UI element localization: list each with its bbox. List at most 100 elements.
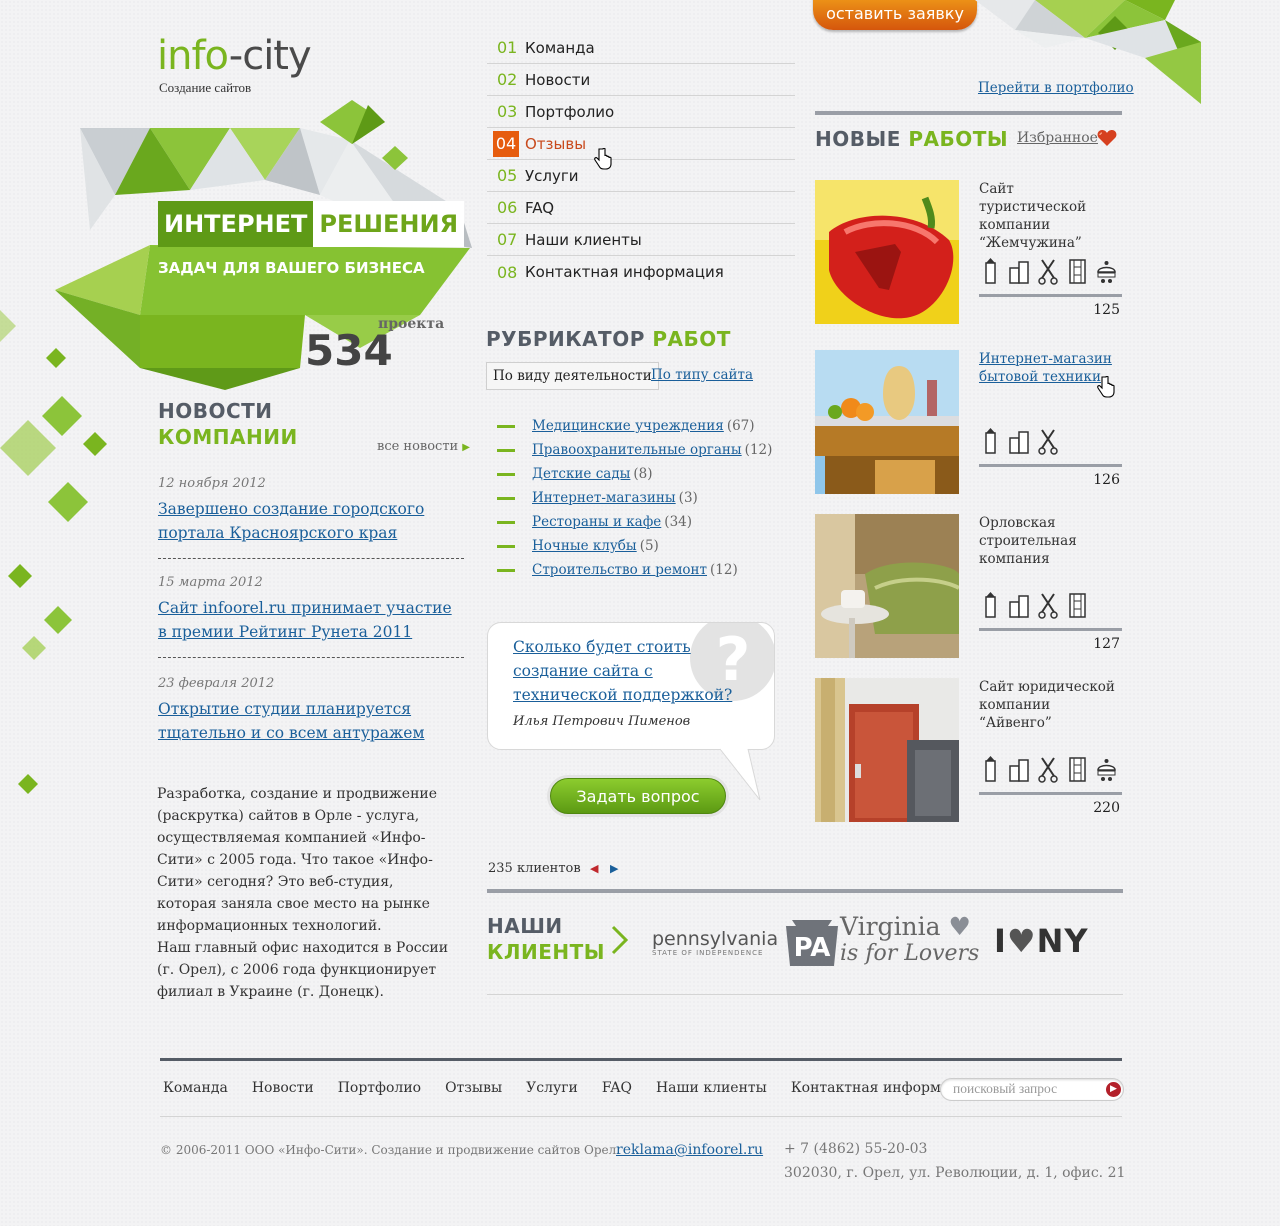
- pa-wordmark: pennsylvania: [652, 928, 779, 950]
- menu-item-news[interactable]: 02 Новости: [487, 64, 795, 96]
- work-bar: [979, 628, 1122, 631]
- rubricator-link[interactable]: Детские сады: [532, 466, 630, 482]
- works-divider: [815, 111, 1122, 115]
- menu-item-number: 01: [497, 38, 518, 57]
- phone: + 7 (4862) 55-20-03: [784, 1141, 928, 1157]
- rubricator-item: Детские сады (8): [497, 462, 797, 486]
- rubricator-link[interactable]: Правоохранительные органы: [532, 442, 742, 458]
- heart-icon[interactable]: [1097, 129, 1117, 147]
- news-heading: НОВОСТИ КОМПАНИИ: [158, 398, 298, 450]
- work-thumbnail-pepper[interactable]: [815, 180, 959, 324]
- footer-link-clients[interactable]: Наши клиенты: [656, 1080, 767, 1096]
- menu-item-label: FAQ: [525, 198, 555, 217]
- menu-item-team[interactable]: 01 Команда: [487, 32, 795, 64]
- rubricator-link[interactable]: Ночные клубы: [532, 538, 637, 554]
- next-arrow-icon[interactable]: ▶: [610, 862, 618, 875]
- hero-subtitle: ЗАДАЧ ДЛЯ ВАШЕГО БИЗНЕСА: [158, 259, 425, 277]
- copyright: © 2006-2011 ООО «Инфо-Сити». Создание и …: [160, 1143, 621, 1157]
- menu-item-number: 07: [497, 230, 518, 249]
- scissors-icon: [1037, 592, 1060, 619]
- menu-item-label: Новости: [525, 70, 591, 89]
- chevron-right-icon: [611, 925, 629, 955]
- news-heading-line-2: КОМПАНИИ: [158, 425, 298, 449]
- favorites-link[interactable]: Избранное: [1017, 130, 1098, 146]
- rubricator-link[interactable]: Строительство и ремонт: [532, 562, 707, 578]
- footer-link-services[interactable]: Услуги: [526, 1080, 578, 1096]
- pa-badge-text: PA: [794, 933, 831, 963]
- film-icon: [1066, 756, 1089, 783]
- email-link[interactable]: reklama@infoorel.ru: [616, 1142, 763, 1158]
- tagline: Создание сайтов: [159, 80, 252, 95]
- ny-ny: NY: [1036, 922, 1089, 960]
- rubricator-item: Строительство и ремонт (12): [497, 558, 797, 582]
- robot-icon: [1095, 258, 1118, 285]
- works-heading-part-2: РАБОТЫ: [908, 127, 1009, 151]
- work-thumbnail-doors[interactable]: [815, 678, 959, 822]
- work-card: Сайт туристической компании “Жемчужина” …: [815, 180, 1122, 330]
- footer-nav: Команда Новости Портфолио Отзывы Услуги …: [163, 1080, 976, 1096]
- news-divider: [158, 657, 464, 658]
- all-news-label: все новости: [377, 439, 459, 454]
- menu-item-label: Наши клиенты: [525, 230, 642, 249]
- menu-item-number: 04: [493, 130, 519, 157]
- client-logo-pennsylvania[interactable]: pennsylvania STATE OF INDEPENDENCE PA: [652, 918, 840, 968]
- dash-icon: [497, 424, 515, 428]
- cubes-icon: [1008, 756, 1031, 783]
- menu-item-reviews[interactable]: 04 Отзывы: [487, 128, 795, 160]
- search-submit-icon[interactable]: ▶: [1106, 1082, 1121, 1097]
- footer-link-news[interactable]: Новости: [252, 1080, 314, 1096]
- question-bubble: ? Сколько будет стоить создание сайта с …: [487, 622, 775, 750]
- work-thumbnail-still-life[interactable]: [815, 350, 959, 494]
- prev-arrow-icon[interactable]: ◀: [590, 862, 598, 875]
- dash-icon: [497, 496, 515, 500]
- leave-request-button[interactable]: оставить заявку: [813, 0, 977, 30]
- rubricator-count: (67): [726, 418, 755, 434]
- news-title-link[interactable]: Завершено создание городского портала Кр…: [158, 497, 464, 545]
- rubricator-count: (12): [710, 562, 738, 578]
- menu-item-faq[interactable]: 06 FAQ: [487, 192, 795, 224]
- question-link[interactable]: Сколько будет стоить создание сайта с те…: [513, 635, 753, 707]
- rubricator-link[interactable]: Медицинские учреждения: [532, 418, 724, 434]
- work-card: Орловская строительная компания 127: [815, 514, 1122, 664]
- rubricator-count: (5): [639, 538, 659, 554]
- work-thumbnail-interior[interactable]: [815, 514, 959, 658]
- work-number: 125: [1093, 302, 1120, 318]
- go-to-portfolio-link[interactable]: Перейти в портфолио: [978, 80, 1134, 96]
- menu-item-label: Отзывы: [525, 134, 587, 153]
- logo-part-2: -city: [228, 33, 312, 79]
- dash-icon: [497, 568, 515, 572]
- work-number: 220: [1093, 800, 1120, 816]
- news-heading-line-1: НОВОСТИ: [158, 399, 273, 423]
- rubricator-link[interactable]: Рестораны и кафе: [532, 514, 661, 530]
- menu-item-portfolio[interactable]: 03 Портфолио: [487, 96, 795, 128]
- logo[interactable]: info-city: [157, 34, 357, 84]
- arrow-right-icon: ▶: [462, 442, 470, 453]
- tab-by-site-type[interactable]: По типу сайта: [651, 367, 753, 383]
- menu-item-contacts[interactable]: 08 Контактная информация: [487, 256, 795, 288]
- clients-count: 235 клиентов: [488, 861, 581, 876]
- rubricator-link[interactable]: Интернет-магазины: [532, 490, 676, 506]
- client-logo-virginia[interactable]: Virginia ♥ is for Lovers: [840, 913, 979, 967]
- footer-link-reviews[interactable]: Отзывы: [445, 1080, 502, 1096]
- all-news-link[interactable]: все новости ▶: [377, 439, 470, 454]
- work-title: Орловская строительная компания: [979, 515, 1077, 567]
- work-card: Сайт юридической компании “Айвенго” 220: [815, 678, 1122, 828]
- footer-link-team[interactable]: Команда: [163, 1080, 228, 1096]
- footer-link-portfolio[interactable]: Портфолио: [338, 1080, 421, 1096]
- search-input[interactable]: [953, 1081, 1103, 1097]
- news-item: 12 ноября 2012 Завершено создание городс…: [158, 476, 464, 545]
- news-title-link[interactable]: Открытие студии планируется тщательно и …: [158, 697, 464, 745]
- tab-by-activity[interactable]: По виду деятельности: [486, 362, 659, 390]
- menu-item-services[interactable]: 05 Услуги: [487, 160, 795, 192]
- dash-icon: [497, 472, 515, 476]
- footer-link-faq[interactable]: FAQ: [602, 1080, 632, 1096]
- news-divider: [158, 558, 464, 559]
- news-title-link[interactable]: Сайт infoorel.ru принимает участие в пре…: [158, 596, 464, 644]
- ask-question-button[interactable]: Задать вопрос: [547, 775, 729, 817]
- works-heading: НОВЫЕ РАБОТЫ: [815, 126, 1008, 152]
- menu-item-number: 03: [497, 102, 518, 121]
- hero-title-word-1: ИНТЕРНЕТ: [158, 201, 314, 247]
- news-item: 15 марта 2012 Сайт infoorel.ru принимает…: [158, 575, 464, 644]
- client-logo-i-love-ny[interactable]: I♥NY: [994, 922, 1089, 960]
- menu-item-clients[interactable]: 07 Наши клиенты: [487, 224, 795, 256]
